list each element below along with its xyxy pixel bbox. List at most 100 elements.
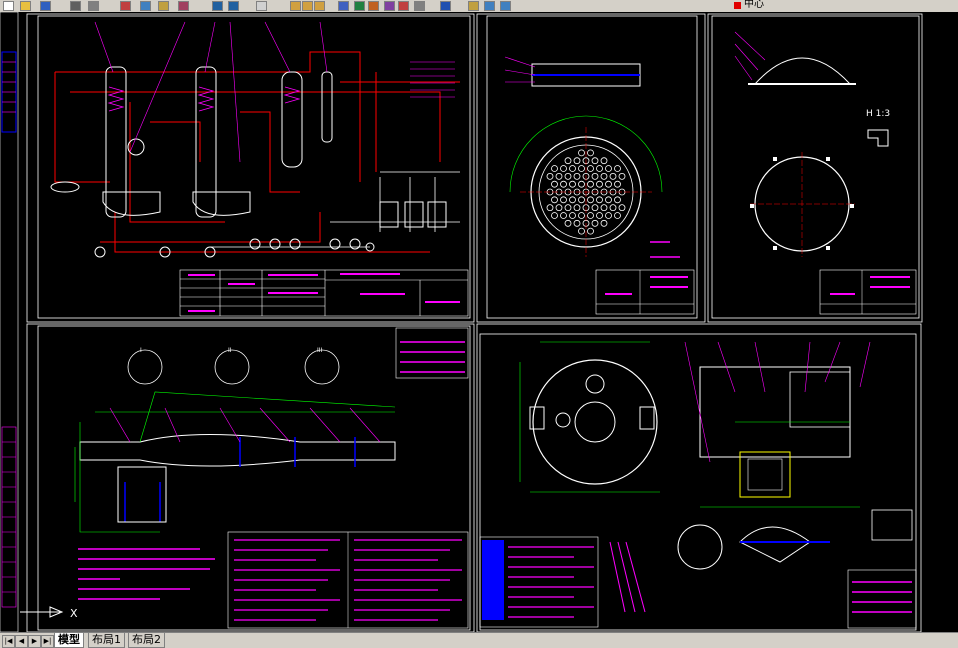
tab-model[interactable]: 模型 (54, 633, 84, 648)
pan-icon[interactable] (256, 1, 267, 11)
tube-hole (587, 212, 594, 219)
detail-label-2: II (228, 347, 232, 354)
tube-hole (564, 219, 572, 227)
tube-hole (578, 149, 585, 157)
redo-icon[interactable] (228, 1, 239, 11)
tube-hole (587, 196, 594, 204)
toolpalette-icon[interactable] (368, 1, 379, 11)
ucs-icon: X (20, 606, 78, 620)
layer-color-swatch[interactable] (734, 2, 741, 9)
sheetset-icon[interactable] (384, 1, 395, 11)
tube-hole (578, 212, 585, 219)
preview-icon[interactable] (88, 1, 99, 11)
tube-sheet-drawing (504, 56, 695, 315)
tube-hole (551, 180, 558, 188)
vessel-assembly-drawing (479, 341, 917, 629)
tube-hole (573, 172, 581, 180)
tube-hole (618, 172, 626, 180)
model-space-canvas[interactable]: I II III H 1:3 X (0, 12, 958, 632)
tube-hole (578, 180, 585, 188)
tube-hole (596, 165, 603, 172)
tube-hole (591, 172, 599, 180)
tube-hole (555, 172, 563, 180)
copy-icon[interactable] (140, 1, 151, 11)
matchprop-icon[interactable] (178, 1, 189, 11)
tube-hole (569, 165, 576, 172)
tube-hole (600, 204, 608, 212)
cut-icon[interactable] (120, 1, 131, 11)
tube-hole (591, 219, 599, 227)
drawing-svg[interactable]: I II III H 1:3 X (0, 12, 958, 632)
tube-hole (587, 149, 594, 157)
layer-state-icon[interactable] (484, 1, 495, 11)
tube-hole (591, 157, 599, 165)
tube-hole (614, 196, 621, 204)
designcenter-icon[interactable] (354, 1, 365, 11)
markup-icon[interactable] (398, 1, 409, 11)
tube-hole (614, 212, 621, 219)
tube-hole (551, 196, 558, 204)
tab-layout2[interactable]: 布局2 (128, 633, 165, 648)
tube-hole (578, 196, 585, 204)
ucs-x-label: X (70, 607, 78, 620)
tube-hole (560, 165, 567, 172)
current-layer-name[interactable]: 中心 (744, 0, 764, 11)
tube-hole (609, 172, 617, 180)
tube-hole (587, 180, 594, 188)
tube-hole (560, 212, 567, 219)
tab-nav-first-button[interactable]: |◀ (2, 635, 15, 648)
detail-label-3: III (317, 347, 323, 354)
print-icon[interactable] (70, 1, 81, 11)
tube-hole (560, 180, 567, 188)
zoom-realtime-icon[interactable] (290, 1, 301, 11)
scale-label: H 1:3 (866, 109, 890, 119)
layout-tab-bar: |◀ ◀ ▶ ▶| 模型 布局1 布局2 (0, 632, 958, 648)
left-palette-strip (0, 12, 19, 632)
undo-icon[interactable] (212, 1, 223, 11)
tube-hole (587, 227, 594, 235)
detail-label-1: I (140, 347, 142, 354)
tube-hole (560, 196, 567, 204)
tube-hole (605, 196, 612, 204)
tab-layout1[interactable]: 布局1 (88, 633, 125, 648)
tab-nav-last-button[interactable]: ▶| (41, 635, 54, 648)
help-icon[interactable] (440, 1, 451, 11)
open-icon[interactable] (20, 1, 31, 11)
tube-hole (578, 227, 585, 235)
separator-pipe-drawing (74, 327, 469, 629)
tab-nav-next-button[interactable]: ▶ (28, 635, 41, 648)
properties-icon[interactable] (338, 1, 349, 11)
layer-icon[interactable] (468, 1, 479, 11)
tube-hole (614, 180, 621, 188)
tube-hole (573, 157, 581, 165)
tube-hole (573, 204, 581, 212)
tube-hole (618, 204, 626, 212)
save-icon[interactable] (40, 1, 51, 11)
tube-hole (546, 204, 554, 212)
new-icon[interactable] (3, 1, 14, 11)
tube-hole (569, 196, 576, 204)
tube-hole (573, 219, 581, 227)
tube-hole (596, 196, 603, 204)
process-flow-diagram (50, 21, 469, 317)
tube-hole (564, 204, 572, 212)
tube-hole (596, 212, 603, 219)
calc-icon[interactable] (414, 1, 425, 11)
paste-icon[interactable] (158, 1, 169, 11)
tube-hole (587, 165, 594, 172)
tube-hole (546, 172, 554, 180)
tube-hole (569, 212, 576, 219)
zoom-window-icon[interactable] (302, 1, 313, 11)
zoom-previous-icon[interactable] (314, 1, 325, 11)
layer-prev-icon[interactable] (500, 1, 511, 11)
tube-hole (605, 165, 612, 172)
sheet-frames (26, 13, 923, 632)
head-cover-drawing (734, 31, 917, 315)
tab-nav-prev-button[interactable]: ◀ (15, 635, 28, 648)
tube-hole (564, 172, 572, 180)
tube-hole (600, 219, 608, 227)
tube-hole (569, 180, 576, 188)
tube-hole (600, 157, 608, 165)
tube-hole (564, 157, 572, 165)
tube-hole (551, 165, 558, 172)
